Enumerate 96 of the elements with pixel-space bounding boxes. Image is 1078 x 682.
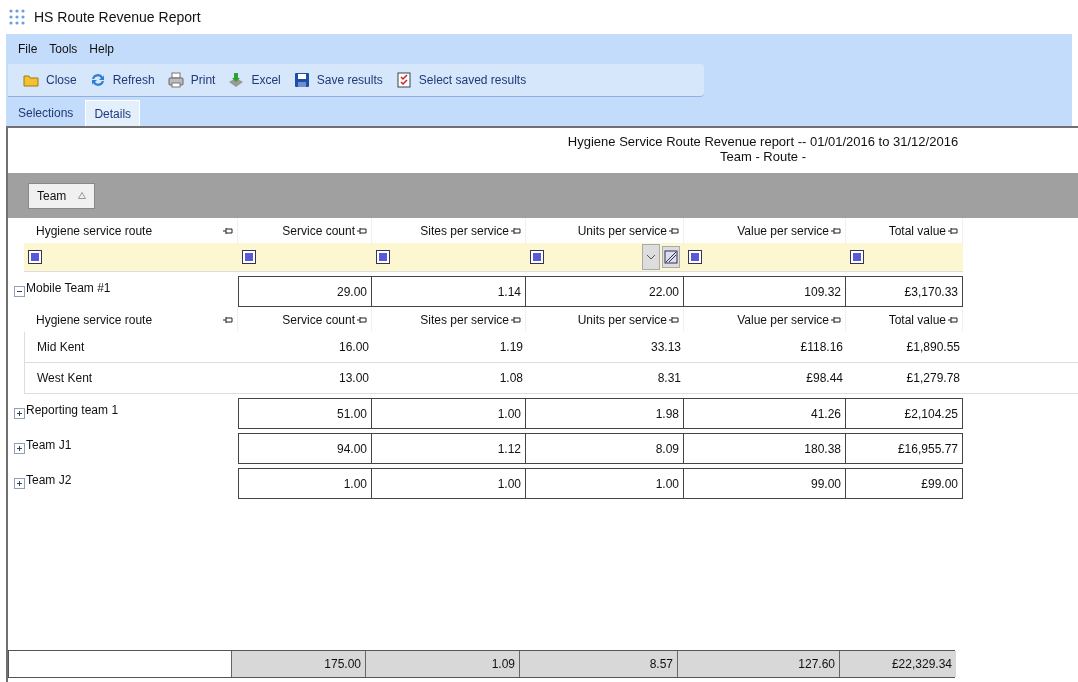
pin-icon[interactable] [948, 226, 958, 235]
group-name: Reporting team 1 [25, 402, 119, 419]
report-subtitle: Team - Route - [720, 149, 806, 164]
expand-icon[interactable] [14, 478, 25, 489]
toolbar-button[interactable]: Excel [227, 71, 281, 89]
pin-icon[interactable] [357, 315, 367, 324]
table-cell: 1.14 [372, 276, 526, 307]
total-cell: 8.57 [519, 651, 677, 677]
table-cell: 51.00 [238, 398, 372, 429]
pin-icon[interactable] [831, 226, 841, 235]
menu-item[interactable]: File [18, 40, 38, 58]
column-header[interactable]: Service count [282, 310, 355, 329]
app-icon [8, 8, 26, 26]
table-cell: 94.00 [238, 433, 372, 464]
pin-icon[interactable] [511, 226, 521, 235]
group-by-chip[interactable]: Team [28, 182, 96, 209]
table-cell: 1.00 [526, 468, 684, 499]
table-cell: 109.32 [684, 276, 846, 307]
pin-icon[interactable] [948, 315, 958, 324]
table-cell: 41.26 [684, 398, 846, 429]
table-cell: 1.98 [526, 398, 684, 429]
total-cell: 127.60 [677, 651, 839, 677]
sort-up-icon [78, 192, 87, 199]
pin-icon[interactable] [831, 315, 841, 324]
toolbar-button[interactable]: Save results [292, 71, 383, 89]
toolbar-button[interactable]: Close [22, 71, 77, 89]
menu-item[interactable]: Tools [49, 40, 78, 58]
table-cell-text: 33.13 [649, 339, 682, 356]
column-header[interactable]: Hygiene service route [36, 221, 153, 240]
table-cell: 1.00 [372, 398, 526, 429]
pin-icon[interactable] [669, 226, 679, 235]
column-header[interactable]: Total value [888, 310, 946, 329]
table-cell: 29.00 [238, 276, 372, 307]
group-name: Team J2 [25, 472, 72, 489]
column-header[interactable]: Hygiene service route [36, 310, 153, 329]
expand-icon[interactable] [14, 408, 25, 419]
expand-icon[interactable] [14, 443, 25, 454]
toolbar-button[interactable]: Print [166, 71, 216, 89]
table-cell: £3,170.33 [846, 276, 963, 307]
column-header[interactable]: Sites per service [420, 310, 509, 329]
table-cell-text: 1.08 [498, 370, 524, 387]
column-header[interactable]: Value per service [737, 221, 829, 240]
table-cell: £2,104.25 [846, 398, 963, 429]
filter-icon[interactable] [376, 250, 390, 264]
pin-icon[interactable] [223, 226, 233, 235]
filter-icon[interactable] [688, 250, 702, 264]
route-name: Mid Kent [36, 339, 86, 356]
toolbar-button[interactable]: Select saved results [394, 71, 527, 89]
filter-icon[interactable] [850, 250, 864, 264]
table-cell-text: 1.19 [498, 339, 524, 356]
table-cell: 8.09 [526, 433, 684, 464]
total-cell: 175.00 [231, 651, 365, 677]
table-cell-text: £118.16 [799, 339, 844, 356]
table-cell-text: £98.44 [805, 370, 844, 387]
table-cell: 99.00 [684, 468, 846, 499]
table-cell: £16,955.77 [846, 433, 963, 464]
tab[interactable]: Details [85, 100, 141, 126]
table-cell-text: £1,890.55 [905, 339, 961, 356]
printer-icon [166, 71, 185, 89]
pin-icon[interactable] [511, 315, 521, 324]
table-cell: 180.38 [684, 433, 846, 464]
table-cell: 22.00 [526, 276, 684, 307]
pin-icon[interactable] [223, 315, 233, 324]
group-name: Mobile Team #1 [25, 280, 111, 297]
window-title: HS Route Revenue Report [34, 7, 201, 27]
route-name: West Kent [36, 370, 94, 387]
group-name: Team J1 [25, 437, 72, 454]
table-cell-text: 16.00 [337, 339, 370, 356]
total-cell: £22,329.34 [839, 651, 956, 677]
menu-item[interactable]: Help [89, 40, 115, 58]
filter-clear-icon[interactable] [662, 246, 680, 268]
table-cell: 1.00 [238, 468, 372, 499]
table-cell: 1.12 [372, 433, 526, 464]
checklist-icon [394, 71, 413, 89]
column-header[interactable]: Sites per service [420, 221, 509, 240]
save-icon [292, 71, 311, 89]
total-cell: 1.09 [365, 651, 519, 677]
pin-icon[interactable] [669, 315, 679, 324]
toolbar-button[interactable]: Refresh [88, 71, 155, 89]
column-header[interactable]: Units per service [577, 221, 667, 240]
table-cell: £99.00 [846, 468, 963, 499]
column-header[interactable]: Service count [282, 221, 355, 240]
column-header[interactable]: Value per service [737, 310, 829, 329]
filter-icon[interactable] [242, 250, 256, 264]
filter-icon[interactable] [530, 250, 544, 264]
filter-icon[interactable] [28, 250, 42, 264]
column-header[interactable]: Total value [888, 221, 946, 240]
pin-icon[interactable] [357, 226, 367, 235]
table-cell-text: 8.31 [656, 370, 682, 387]
table-cell-text: £1,279.78 [905, 370, 961, 387]
table-cell: 1.00 [372, 468, 526, 499]
column-header[interactable]: Units per service [577, 310, 667, 329]
report-title: Hygiene Service Route Revenue report -- 01/01/2016 to 31/12/2016 [567, 134, 959, 149]
collapse-icon[interactable] [14, 286, 25, 297]
tab[interactable]: Selections [10, 100, 82, 126]
table-cell-text: 13.00 [337, 370, 370, 387]
